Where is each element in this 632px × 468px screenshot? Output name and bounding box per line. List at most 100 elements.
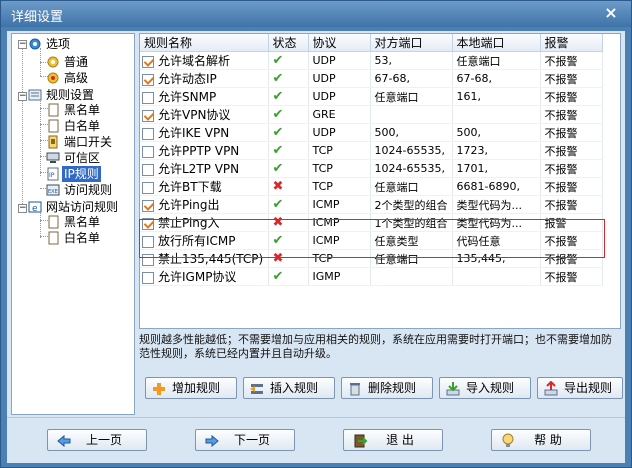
rules-description: 规则越多性能越低；不需要增加与应用相关的规则，系统在应用需要时打开端口；也不需要… (139, 333, 612, 360)
rule-enabled-checkbox[interactable] (142, 163, 154, 176)
table-row[interactable]: 允许L2TP VPN ✔ TCP 1024-65535, 1701, 不报警 (140, 159, 603, 178)
rule-name-cell: 放行所有ICMP (140, 231, 269, 250)
add-rule-button[interactable]: 增加规则 (145, 377, 237, 399)
rule-alarm: 报警 (540, 213, 603, 232)
table-row[interactable]: 允许Ping出 ✔ ICMP 2个类型的组合 类型代码为... 不报警 (140, 195, 603, 214)
rule-enabled-checkbox[interactable] (142, 181, 154, 194)
rule-alarm: 不报警 (540, 231, 603, 250)
prev-page-button[interactable]: 上一页 (47, 429, 147, 451)
rule-protocol: UDP (308, 87, 371, 106)
table-row[interactable]: 放行所有ICMP ✔ ICMP 任意类型 代码任意 不报警 (140, 231, 603, 250)
allow-check-icon[interactable]: ✔ (273, 71, 284, 86)
column-header-protocol[interactable]: 协议 (308, 34, 371, 52)
browser-icon: e (28, 201, 42, 214)
rule-enabled-checkbox[interactable] (142, 217, 154, 230)
rule-enabled-checkbox[interactable] (142, 127, 154, 140)
insert-rule-button[interactable]: 插入规则 (243, 377, 335, 399)
allow-check-icon[interactable]: ✔ (273, 269, 284, 284)
help-button[interactable]: 帮 助 (491, 429, 591, 451)
import-rule-button[interactable]: 导入规则 (439, 377, 531, 399)
rule-enabled-checkbox[interactable] (142, 91, 154, 104)
rule-protocol: ICMP (308, 231, 371, 250)
deny-cross-icon[interactable]: ✖ (273, 215, 284, 230)
next-page-button[interactable]: 下一页 (195, 429, 295, 451)
table-row[interactable]: 允许IGMP协议 ✔ IGMP 不报警 (140, 267, 603, 286)
rule-name: 允许域名解析 (158, 54, 231, 68)
allow-check-icon[interactable]: ✔ (273, 143, 284, 158)
collapse-options-icon[interactable]: − (18, 40, 27, 49)
rule-local-port: 任意端口 (452, 51, 541, 70)
gear-icon (47, 56, 59, 68)
document-icon (48, 215, 59, 229)
rule-alarm: 不报警 (540, 249, 603, 268)
rule-alarm: 不报警 (540, 159, 603, 178)
settings-tree: − 选项 普通 高级 − 规则设置 黑名单 白名单 端口开关 可信区 IP IP… (11, 33, 135, 415)
rule-enabled-checkbox[interactable] (142, 73, 154, 86)
rule-enabled-checkbox[interactable] (142, 55, 154, 68)
column-header-status[interactable]: 状态 (268, 34, 309, 52)
exe-icon: EXE (46, 184, 60, 196)
delete-rule-button[interactable]: 删除规则 (341, 377, 433, 399)
exit-button[interactable]: 退 出 (343, 429, 443, 451)
rule-local-port (452, 267, 541, 286)
rule-name-cell: 允许BT下载 (140, 177, 269, 196)
insert-icon (250, 384, 263, 394)
rule-name: 允许SNMP (158, 90, 217, 104)
ip-rules-table[interactable]: 规则名称 状态 协议 对方端口 本地端口 报警 允许域名解析 ✔ UDP 53, 任意端… (139, 33, 621, 329)
rule-remote-port: 1024-65535, (370, 159, 453, 178)
svg-text:e: e (32, 204, 38, 214)
rule-remote-port: 任意端口 (370, 177, 453, 196)
table-row[interactable]: 允许BT下载 ✖ TCP 任意端口 6681-6890, 不报警 (140, 177, 603, 196)
gear-icon (29, 38, 41, 50)
deny-cross-icon[interactable]: ✖ (273, 179, 284, 194)
deny-cross-icon[interactable]: ✖ (273, 251, 284, 266)
close-icon[interactable]: × (603, 5, 619, 21)
column-header-alarm[interactable]: 报警 (540, 34, 603, 52)
table-row[interactable]: 允许动态IP ✔ UDP 67-68, 67-68, 不报警 (140, 69, 603, 88)
rule-remote-port (370, 267, 453, 286)
settings-window: 详细设置 × − 选项 普通 高级 − 规则设置 黑名单 白名单 端口开关 可信… (0, 0, 632, 468)
allow-check-icon[interactable]: ✔ (273, 89, 284, 104)
rule-enabled-checkbox[interactable] (142, 199, 154, 212)
rule-enabled-checkbox[interactable] (142, 253, 154, 266)
column-header-remote-port[interactable]: 对方端口 (370, 34, 453, 52)
allow-check-icon[interactable]: ✔ (273, 233, 284, 248)
document-icon (48, 103, 59, 117)
rule-remote-port: 500, (370, 123, 453, 142)
column-header-name[interactable]: 规则名称 (140, 34, 269, 52)
rule-remote-port (370, 105, 453, 124)
table-row[interactable]: 禁止135,445(TCP) ✖ TCP 任意端口 135,445, 不报警 (140, 249, 603, 268)
rule-name: 允许PPTP VPN (158, 144, 240, 158)
rule-local-port: 161, (452, 87, 541, 106)
rule-status-cell: ✖ (268, 177, 309, 196)
rule-enabled-checkbox[interactable] (142, 109, 154, 122)
allow-check-icon[interactable]: ✔ (273, 107, 284, 122)
allow-check-icon[interactable]: ✔ (273, 197, 284, 212)
table-row[interactable]: 允许IKE VPN ✔ UDP 500, 500, 不报警 (140, 123, 603, 142)
rule-name-cell: 允许IKE VPN (140, 123, 269, 142)
rule-enabled-checkbox[interactable] (142, 145, 154, 158)
collapse-rules-icon[interactable]: − (18, 92, 27, 101)
rule-name: 允许Ping出 (158, 198, 220, 212)
table-row[interactable]: 允许SNMP ✔ UDP 任意端口 161, 不报警 (140, 87, 603, 106)
rule-name-cell: 允许PPTP VPN (140, 141, 269, 160)
import-icon (446, 382, 460, 396)
export-rule-button[interactable]: 导出规则 (537, 377, 623, 399)
rule-status-cell: ✔ (268, 195, 309, 214)
column-header-local-port[interactable]: 本地端口 (452, 34, 541, 52)
rule-status-cell: ✔ (268, 51, 309, 70)
rule-remote-port: 任意类型 (370, 231, 453, 250)
navigation-buttons: 上一页 下一页 退 出 帮 助 (7, 429, 625, 457)
table-row[interactable]: 允许PPTP VPN ✔ TCP 1024-65535, 1723, 不报警 (140, 141, 603, 160)
table-row[interactable]: 允许VPN协议 ✔ GRE 不报警 (140, 105, 603, 124)
allow-check-icon[interactable]: ✔ (273, 53, 284, 68)
rule-enabled-checkbox[interactable] (142, 235, 154, 248)
rule-alarm: 不报警 (540, 69, 603, 88)
allow-check-icon[interactable]: ✔ (273, 125, 284, 140)
rule-enabled-checkbox[interactable] (142, 271, 154, 284)
collapse-web-rules-icon[interactable]: − (18, 204, 27, 213)
allow-check-icon[interactable]: ✔ (273, 161, 284, 176)
rule-name: 允许IKE VPN (158, 126, 230, 140)
table-row[interactable]: 禁止Ping入 ✖ ICMP 1个类型的组合 类型代码为... 报警 (140, 213, 603, 232)
table-row[interactable]: 允许域名解析 ✔ UDP 53, 任意端口 不报警 (140, 51, 603, 70)
